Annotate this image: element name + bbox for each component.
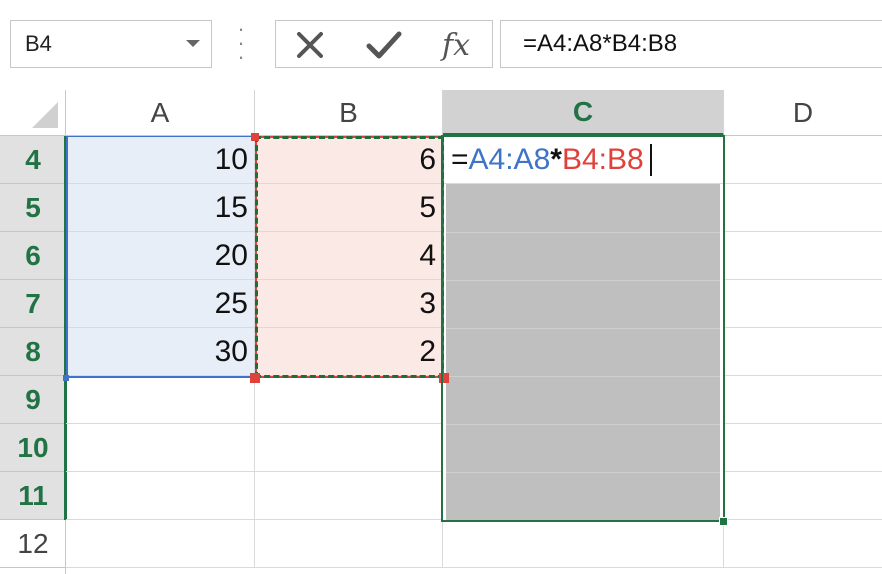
fx-icon[interactable]: fx [434, 27, 478, 63]
column-header-d[interactable]: D [724, 90, 882, 136]
cell-b10[interactable] [255, 424, 443, 472]
name-box[interactable]: B4 [10, 20, 212, 68]
reference-border-a [66, 136, 256, 378]
reference-handle-a[interactable] [63, 375, 69, 381]
row-header-12[interactable]: 12 [0, 520, 66, 568]
cell-a11[interactable] [66, 472, 255, 520]
cell-d11[interactable] [724, 472, 882, 520]
row-header-11[interactable]: 11 [0, 472, 66, 520]
cell-d6[interactable] [724, 232, 882, 280]
row-header-5[interactable]: 5 [0, 184, 66, 232]
reference-handle-b-tl[interactable] [251, 133, 259, 141]
row-header-8[interactable]: 8 [0, 328, 66, 376]
cell-d8[interactable] [724, 328, 882, 376]
cell-d7[interactable] [724, 280, 882, 328]
chevron-down-icon[interactable] [183, 33, 203, 53]
column-header-a[interactable]: A [66, 90, 255, 136]
cell-c12[interactable] [443, 520, 724, 568]
row-header-10[interactable]: 10 [0, 424, 66, 472]
active-selection-border [441, 135, 725, 522]
row-header-4[interactable]: 4 [0, 136, 66, 184]
cell-b11[interactable] [255, 472, 443, 520]
row-header-9[interactable]: 9 [0, 376, 66, 424]
cell-a9[interactable] [66, 376, 255, 424]
more-options-icon[interactable]: · · · [233, 18, 249, 68]
cell-b9[interactable] [255, 376, 443, 424]
row-header-6[interactable]: 6 [0, 232, 66, 280]
row-header-7[interactable]: 7 [0, 280, 66, 328]
formula-input[interactable]: =A4:A8*B4:B8 [500, 20, 882, 68]
column-header-b[interactable]: B [255, 90, 443, 136]
x-icon[interactable] [288, 27, 332, 63]
formula-buttons: fx [275, 20, 493, 68]
check-icon[interactable] [362, 27, 406, 63]
reference-handle-b-bl[interactable] [250, 373, 260, 383]
cell-d5[interactable] [724, 184, 882, 232]
fill-handle[interactable] [719, 517, 728, 526]
formula-text: =A4:A8*B4:B8 [523, 30, 678, 57]
cell-d9[interactable] [724, 376, 882, 424]
copy-marquee-b [255, 136, 444, 378]
cell-a12[interactable] [66, 520, 255, 568]
name-box-value: B4 [25, 31, 52, 56]
spreadsheet-grid[interactable]: A B C D 4 5 6 7 8 9 10 11 12 10 15 20 25… [0, 90, 882, 574]
cell-d12[interactable] [724, 520, 882, 568]
cell-b12[interactable] [255, 520, 443, 568]
column-header-c[interactable]: C [443, 90, 724, 136]
formula-toolbar: B4 · · · fx =A4:A8*B4:B8 [0, 0, 882, 88]
cell-a10[interactable] [66, 424, 255, 472]
cell-d4[interactable] [724, 136, 882, 184]
select-all-corner[interactable] [0, 90, 66, 136]
cell-d10[interactable] [724, 424, 882, 472]
